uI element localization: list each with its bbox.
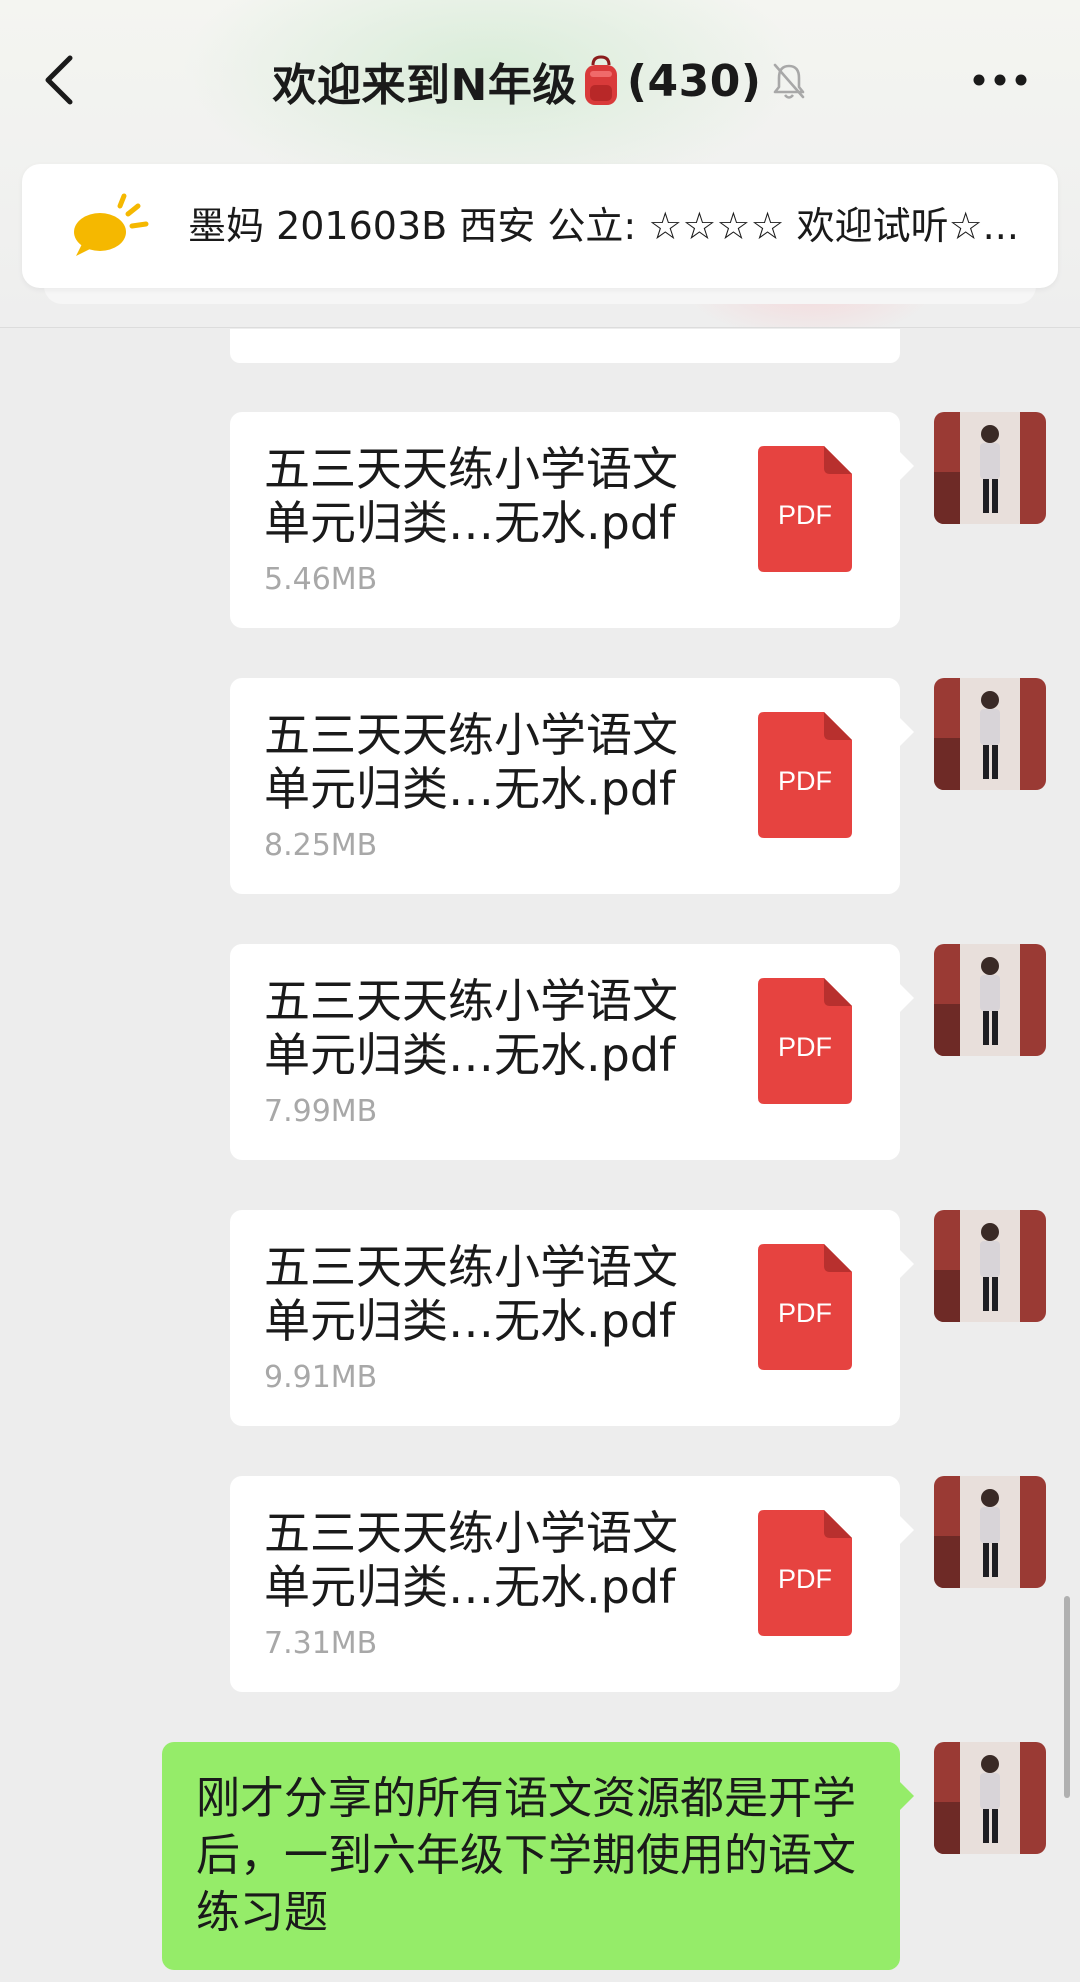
file-message[interactable]: 五三天天练小学语文单元归类…无水.pdf 7.99MB PDF: [230, 944, 914, 1160]
message-text: 刚才分享的所有语文资源都是开学后，一到六年级下学期使用的语文练习题: [196, 1773, 856, 1938]
scrollbar[interactable]: [1064, 1596, 1070, 1798]
file-message[interactable]: 五三天天练小学语文单元归类…无水.pdf 5.46MB PDF: [230, 412, 914, 628]
avatar[interactable]: [934, 678, 1046, 790]
file-size: 7.99MB: [264, 1094, 378, 1129]
pdf-file-icon: PDF: [758, 1244, 852, 1370]
file-name: 五三天天练小学语文单元归类…无水.pdf: [264, 442, 678, 550]
announcement-bulb-icon: [66, 192, 156, 262]
member-count: (430): [626, 55, 762, 107]
partial-message-bubble[interactable]: [230, 329, 900, 363]
notice-text: 墨妈 201603B 西安 公立: ☆☆☆☆ 欢迎试听☆...: [188, 204, 1019, 248]
svg-text:PDF: PDF: [778, 500, 832, 530]
file-size: 8.25MB: [264, 828, 378, 863]
header-divider: [0, 327, 1080, 328]
bell-muted-icon: [771, 61, 807, 101]
file-name: 五三天天练小学语文单元归类…无水.pdf: [264, 974, 678, 1082]
pdf-file-icon: PDF: [758, 712, 852, 838]
svg-text:PDF: PDF: [778, 1564, 832, 1594]
backpack-emoji-icon: [581, 55, 621, 107]
file-message[interactable]: 五三天天练小学语文单元归类…无水.pdf 8.25MB PDF: [230, 678, 914, 894]
svg-text:PDF: PDF: [778, 1298, 832, 1328]
more-dots-icon: [973, 74, 1027, 86]
file-message[interactable]: 五三天天练小学语文单元归类…无水.pdf 9.91MB PDF: [230, 1210, 914, 1426]
group-name: 欢迎来到N年级: [272, 60, 577, 111]
text-message[interactable]: 刚才分享的所有语文资源都是开学后，一到六年级下学期使用的语文练习题: [162, 1742, 914, 1970]
avatar[interactable]: [934, 944, 1046, 1056]
file-name: 五三天天练小学语文单元归类…无水.pdf: [264, 708, 678, 816]
chat-header: 欢迎来到N年级 (430) 墨妈 201603B 西安 公立: ☆☆☆☆ 欢迎试…: [0, 0, 1080, 328]
avatar[interactable]: [934, 412, 1046, 524]
file-size: 7.31MB: [264, 1626, 378, 1661]
avatar[interactable]: [934, 1742, 1046, 1854]
pdf-file-icon: PDF: [758, 978, 852, 1104]
file-size: 5.46MB: [264, 562, 378, 597]
chat-title: 欢迎来到N年级 (430): [0, 46, 1080, 116]
more-options-button[interactable]: [970, 60, 1030, 100]
pdf-file-icon: PDF: [758, 1510, 852, 1636]
avatar[interactable]: [934, 1210, 1046, 1322]
svg-text:PDF: PDF: [778, 1032, 832, 1062]
file-name: 五三天天练小学语文单元归类…无水.pdf: [264, 1506, 678, 1614]
group-notice-banner[interactable]: 墨妈 201603B 西安 公立: ☆☆☆☆ 欢迎试听☆...: [22, 164, 1058, 288]
avatar[interactable]: [934, 1476, 1046, 1588]
file-name: 五三天天练小学语文单元归类…无水.pdf: [264, 1240, 678, 1348]
file-message[interactable]: 五三天天练小学语文单元归类…无水.pdf 7.31MB PDF: [230, 1476, 914, 1692]
svg-text:PDF: PDF: [778, 766, 832, 796]
file-size: 9.91MB: [264, 1360, 378, 1395]
pdf-file-icon: PDF: [758, 446, 852, 572]
